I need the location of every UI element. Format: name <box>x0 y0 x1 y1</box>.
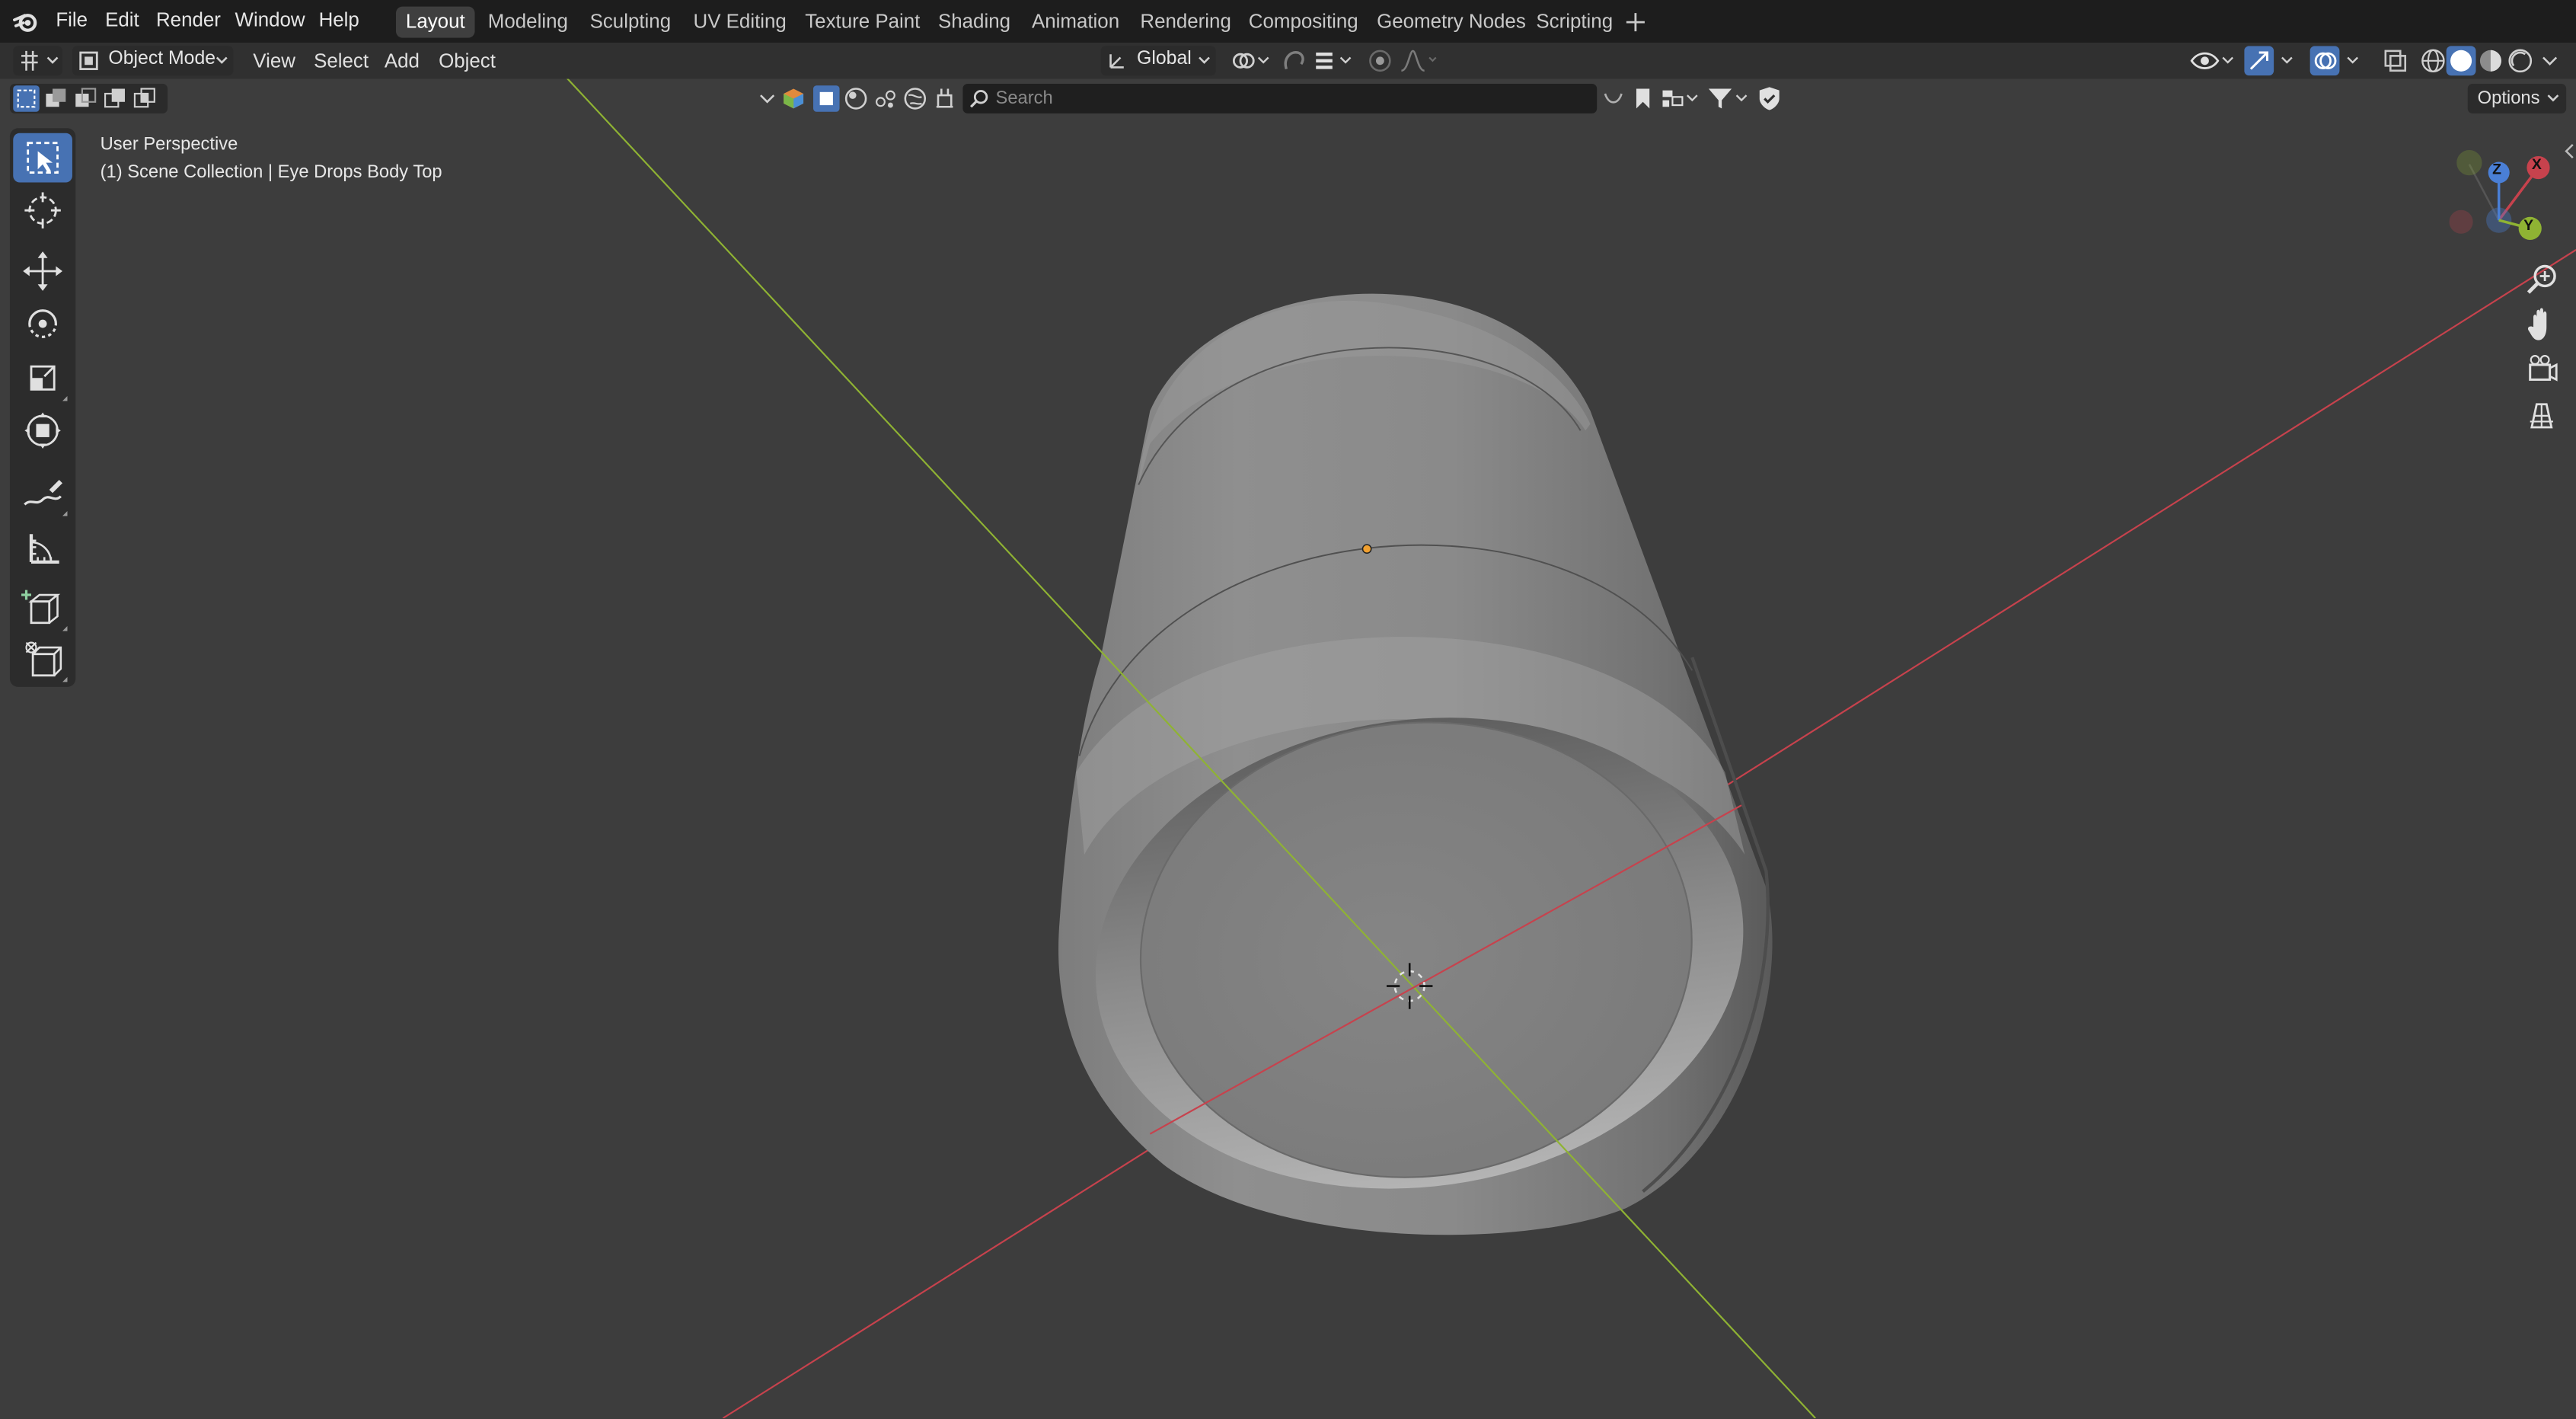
select-extend-icon[interactable] <box>43 85 69 112</box>
perspective-label: User Perspective <box>100 134 238 155</box>
tab-geometry-nodes[interactable]: Geometry Nodes <box>1367 7 1536 38</box>
particles-icon[interactable] <box>873 85 899 112</box>
orientation-dropdown[interactable]: Global <box>1100 46 1216 76</box>
plus-icon[interactable] <box>1625 11 1646 33</box>
menu-add[interactable]: Add <box>385 50 420 72</box>
search-icon <box>969 90 988 108</box>
shield-icon[interactable] <box>1756 85 1783 112</box>
pivot-point-icon[interactable] <box>1229 46 1272 75</box>
select-box-icon[interactable] <box>13 133 72 183</box>
tab-texture-paint[interactable]: Texture Paint <box>795 7 930 38</box>
mode-label: Object Mode <box>108 49 216 69</box>
options-label: Options <box>2477 88 2540 109</box>
select-subtract-icon[interactable] <box>72 85 99 112</box>
tab-layout[interactable]: Layout <box>395 6 475 38</box>
xray-toggle-icon[interactable] <box>2380 46 2410 75</box>
mode-dropdown[interactable]: Object Mode <box>72 46 234 76</box>
menu-select[interactable]: Select <box>314 50 369 72</box>
object-select-mode-icon[interactable] <box>813 85 840 112</box>
eye-drops-body-top-mesh[interactable] <box>1058 293 1774 1235</box>
bookmark-icon[interactable] <box>1630 85 1656 112</box>
menu-object[interactable]: Object <box>439 50 496 72</box>
falloff-icon[interactable] <box>1398 46 1441 75</box>
chevron-down-icon[interactable] <box>2538 46 2561 75</box>
gizmo-toggle-icon[interactable] <box>2244 46 2297 76</box>
measure-icon[interactable] <box>13 523 72 572</box>
display-mode-icon[interactable] <box>1659 85 1702 112</box>
outliner-filter-strip <box>752 84 962 113</box>
material-sphere-icon[interactable] <box>843 85 870 112</box>
rendered-shading-icon[interactable] <box>2505 46 2535 75</box>
snap-toggle-icon[interactable] <box>1280 46 1310 75</box>
tab-compositing[interactable]: Compositing <box>1239 7 1368 38</box>
tab-shading[interactable]: Shading <box>928 7 1020 38</box>
annotate-icon[interactable] <box>13 468 72 518</box>
tab-rendering[interactable]: Rendering <box>1130 7 1240 38</box>
move-icon[interactable] <box>13 247 72 296</box>
editor-type-dropdown[interactable] <box>13 46 62 76</box>
editor-type-icon <box>21 50 59 71</box>
gizmo-y-label: Y <box>2523 216 2534 234</box>
wireframe-shading-icon[interactable] <box>2418 46 2448 75</box>
select-invert-icon[interactable] <box>102 85 129 112</box>
world-icon[interactable] <box>902 85 929 112</box>
filter-icon[interactable] <box>1706 85 1748 112</box>
menu-edit[interactable]: Edit <box>98 7 145 35</box>
select-intersect-icon[interactable] <box>132 85 158 112</box>
orientation-axes-icon <box>1109 54 1124 69</box>
orthographic-grid-icon[interactable] <box>2519 395 2565 437</box>
gizmo-z-label: Z <box>2492 161 2501 178</box>
select-new-icon[interactable] <box>13 85 40 112</box>
object-origin-dot[interactable] <box>1361 544 1372 554</box>
search-field[interactable] <box>962 84 1598 113</box>
menu-file[interactable]: File <box>49 7 94 35</box>
menu-help[interactable]: Help <box>312 7 366 35</box>
chevron-down-icon[interactable] <box>755 85 778 112</box>
gizmo-x-label: X <box>2531 155 2542 173</box>
overlays-toggle-icon[interactable] <box>2309 46 2363 76</box>
menu-render[interactable]: Render <box>149 7 227 35</box>
orientation-label: Global <box>1137 49 1192 69</box>
tab-modeling[interactable]: Modeling <box>478 7 578 38</box>
brush-icon[interactable] <box>931 85 958 112</box>
scene-canvas[interactable] <box>0 78 2576 1419</box>
material-shading-icon[interactable] <box>2476 46 2506 75</box>
navigation-gizmo[interactable]: X Z Y <box>2445 145 2563 247</box>
chevron-down-icon <box>215 56 228 64</box>
options-dropdown[interactable]: Options <box>2467 84 2567 113</box>
object-mode-icon <box>79 51 98 71</box>
chevron-down-icon <box>2547 94 2559 102</box>
add-cube-icon[interactable] <box>13 583 72 633</box>
cursor-icon[interactable] <box>13 186 72 235</box>
collection-label: (1) Scene Collection | Eye Drops Body To… <box>100 162 442 183</box>
selection-mode-group <box>9 84 168 113</box>
sidebar-toggle-icon[interactable] <box>2563 142 2576 161</box>
menu-view[interactable]: View <box>253 50 295 72</box>
chevron-down-icon <box>1199 56 1210 64</box>
rotate-icon[interactable] <box>13 299 72 349</box>
tab-uv-editing[interactable]: UV Editing <box>684 7 796 38</box>
scale-icon[interactable] <box>13 353 72 403</box>
3d-viewport[interactable] <box>0 78 2576 1419</box>
scene-object-icon[interactable] <box>780 85 807 112</box>
zoom-icon[interactable] <box>2519 258 2565 301</box>
menu-window[interactable]: Window <box>228 7 311 35</box>
proportional-editing-icon[interactable] <box>1365 46 1395 75</box>
pan-hand-icon[interactable] <box>2519 304 2565 347</box>
top-menu-bar: File Edit Render Window Help Layout Mode… <box>0 0 2576 43</box>
camera-view-icon[interactable] <box>2519 348 2565 391</box>
transform-icon[interactable] <box>13 406 72 455</box>
search-filter-strip <box>1597 84 1794 113</box>
viewport-header: Object Mode View Select Add Object Globa… <box>0 43 2576 79</box>
tab-animation[interactable]: Animation <box>1022 7 1129 38</box>
extrude-icon[interactable] <box>13 634 72 684</box>
tab-scripting[interactable]: Scripting <box>1526 7 1623 38</box>
solid-shading-icon[interactable] <box>2446 46 2476 76</box>
expand-icon[interactable] <box>1601 85 1627 112</box>
tab-sculpting[interactable]: Sculpting <box>580 7 681 38</box>
visibility-icon[interactable] <box>2188 46 2234 75</box>
search-input[interactable] <box>995 84 1588 113</box>
blender-logo-icon[interactable] <box>11 7 41 37</box>
snap-target-icon[interactable] <box>1313 46 1355 75</box>
